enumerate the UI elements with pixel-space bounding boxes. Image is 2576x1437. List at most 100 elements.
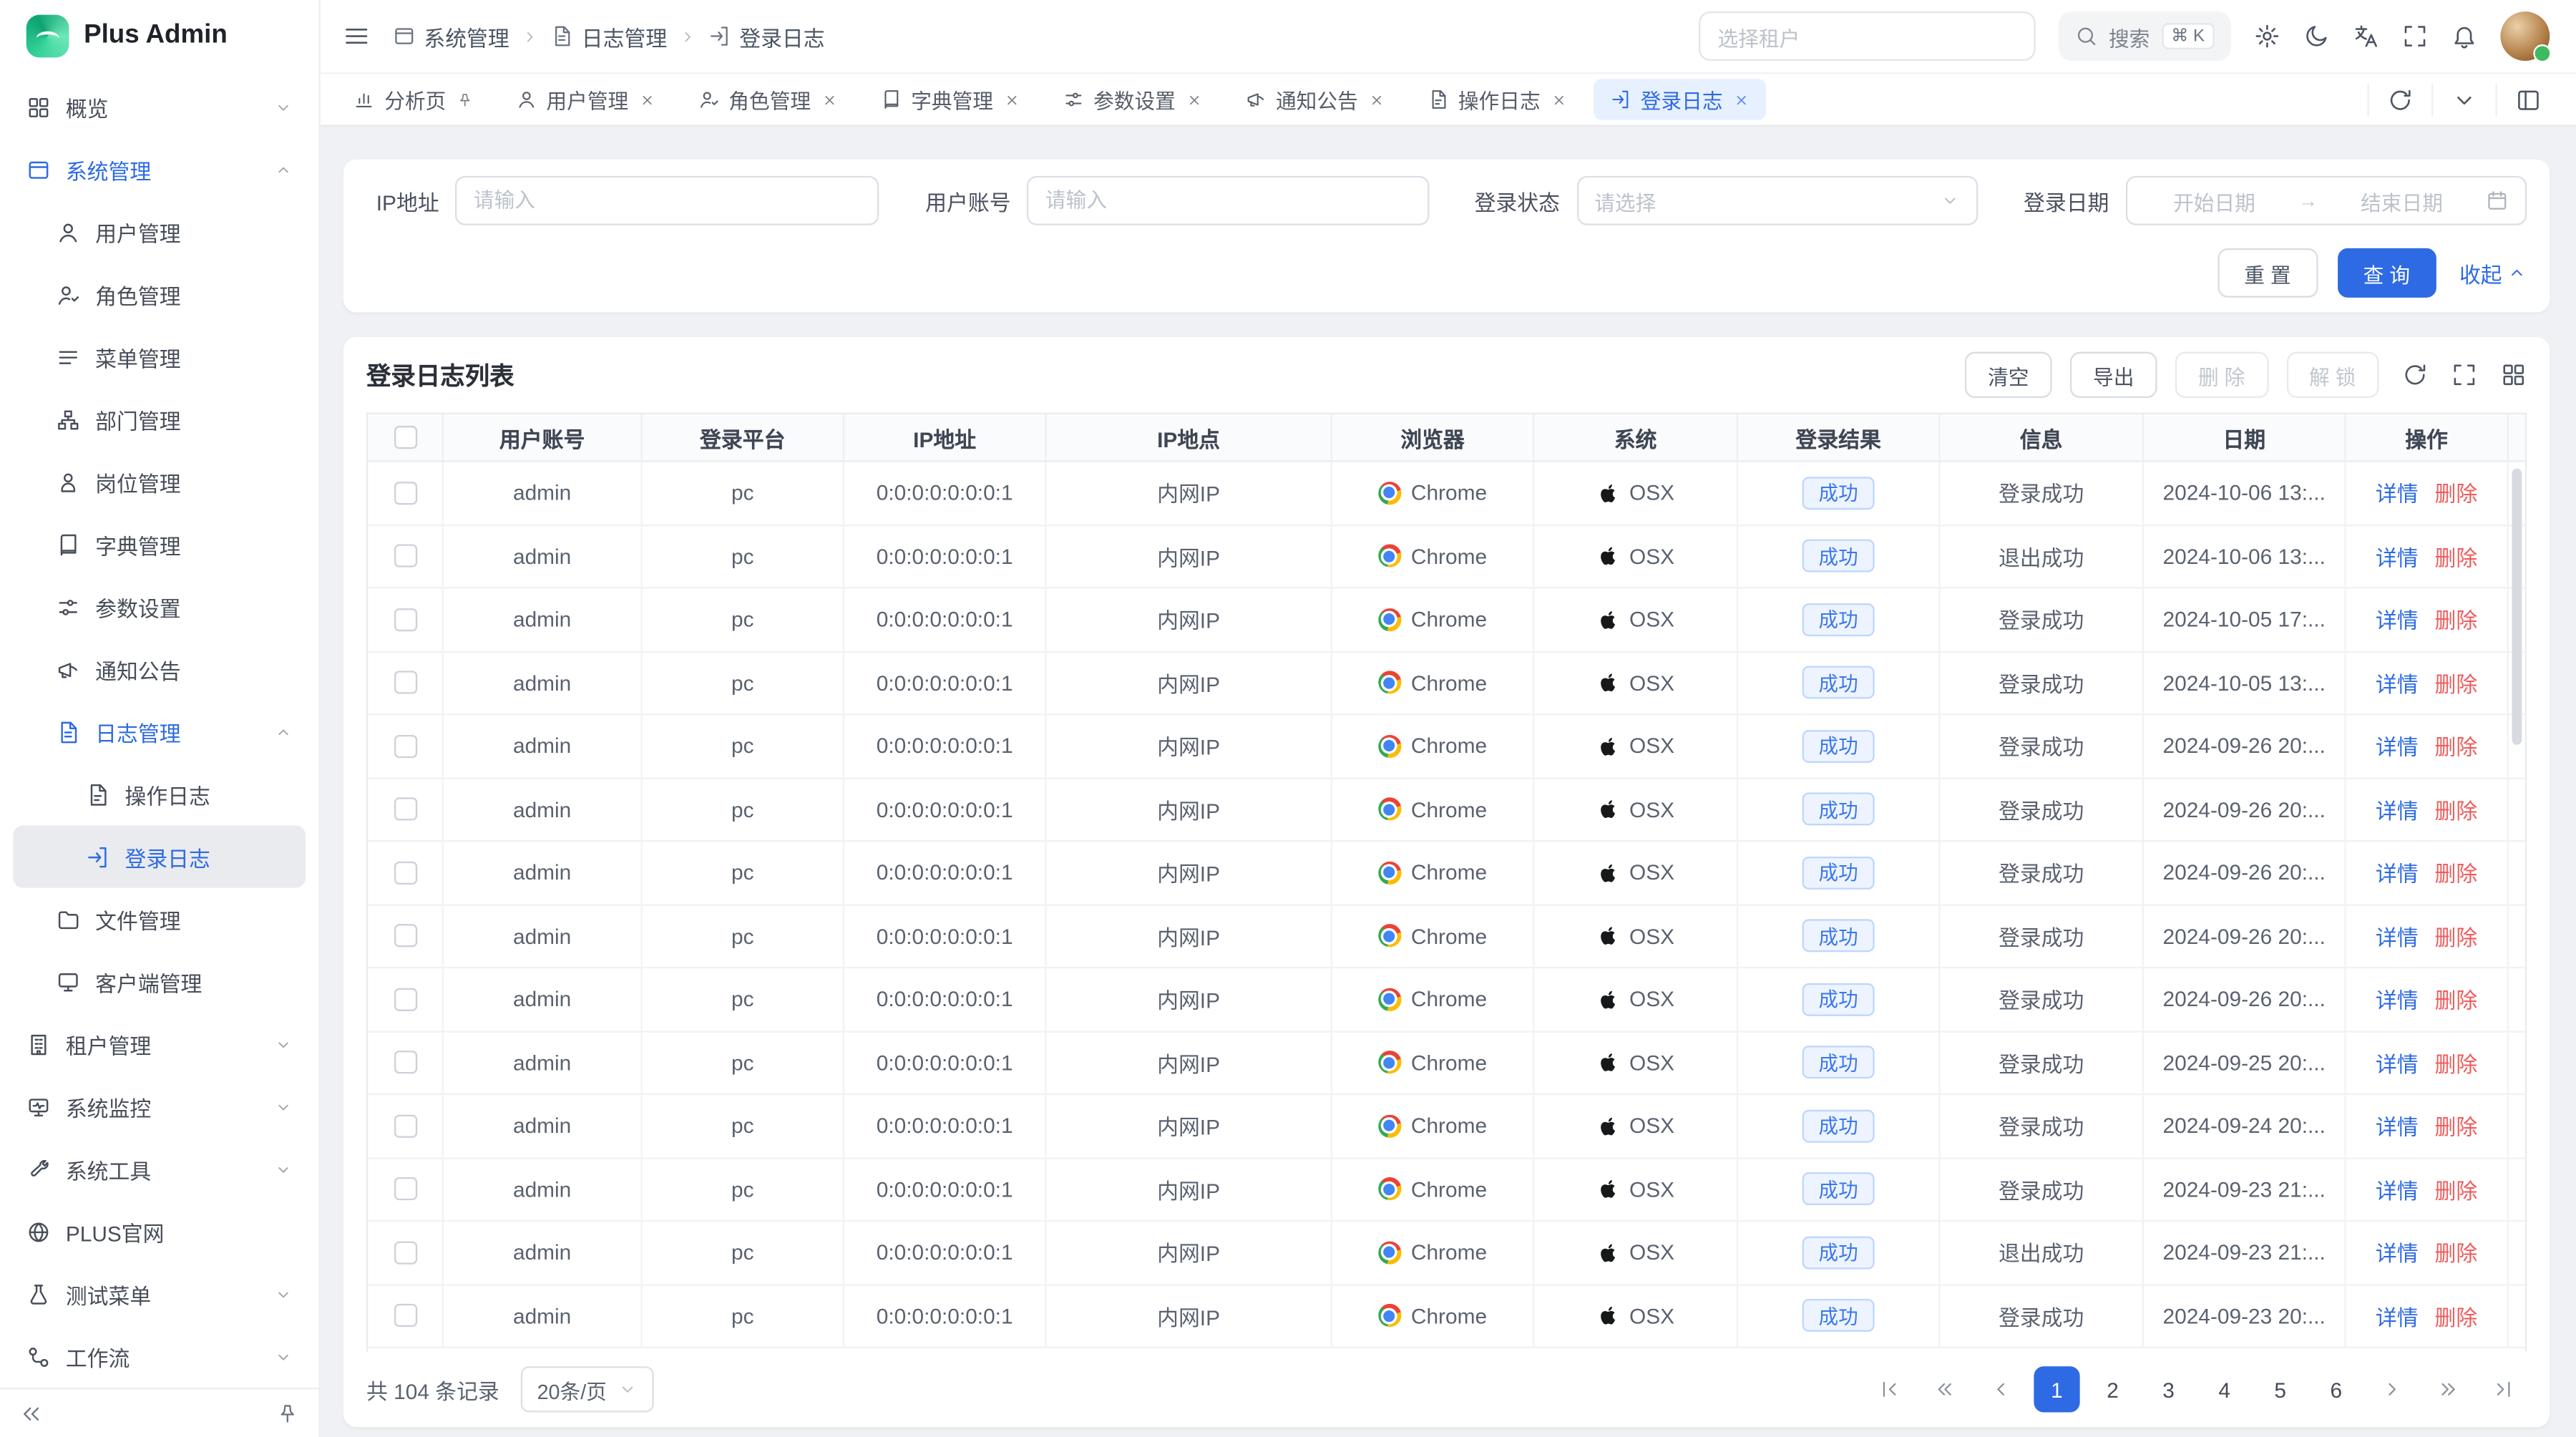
remove-link[interactable]: 删除 [2435, 920, 2478, 952]
app-logo[interactable]: Plus Admin [0, 0, 318, 72]
pg-first-button[interactable] [1866, 1366, 1912, 1412]
detail-link[interactable]: 详情 [2376, 1300, 2419, 1332]
page-5-button[interactable]: 5 [2258, 1366, 2303, 1412]
close-icon[interactable] [1003, 92, 1020, 108]
row-checkbox[interactable] [394, 988, 416, 1010]
page-3-button[interactable]: 3 [2145, 1366, 2191, 1412]
breadcrumb-log-management[interactable]: 日志管理 [550, 21, 667, 52]
tab-notice[interactable]: 通知公告 [1228, 79, 1400, 120]
close-icon[interactable] [821, 92, 837, 108]
page-size-select[interactable]: 20条/页 [521, 1366, 655, 1412]
remove-link[interactable]: 删除 [2435, 1300, 2478, 1332]
detail-link[interactable]: 详情 [2376, 540, 2419, 572]
remove-link[interactable]: 删除 [2435, 1110, 2478, 1141]
row-checkbox[interactable] [394, 482, 416, 505]
tenant-select[interactable]: 选择租户 [1698, 11, 2035, 61]
row-checkbox[interactable] [394, 1051, 416, 1074]
table-scrollbar[interactable] [2512, 469, 2522, 745]
clear-button[interactable]: 清空 [1965, 352, 2052, 398]
settings-icon[interactable] [2254, 23, 2280, 49]
sidebar-item-post-management[interactable]: 岗位管理 [13, 451, 306, 513]
sidebar-item-dict-management[interactable]: 字典管理 [13, 513, 306, 575]
detail-link[interactable]: 详情 [2376, 920, 2419, 952]
ip-input[interactable] [456, 176, 879, 225]
detail-link[interactable]: 详情 [2376, 1174, 2419, 1205]
unlock-button[interactable]: 解 锁 [2286, 352, 2379, 398]
sidebar-item-client-management[interactable]: 客户端管理 [13, 950, 306, 1013]
fullscreen-icon[interactable] [2402, 23, 2429, 49]
remove-link[interactable]: 删除 [2435, 794, 2478, 825]
remove-link[interactable]: 删除 [2435, 857, 2478, 889]
close-icon[interactable] [1368, 92, 1385, 108]
sidebar-item-system-management[interactable]: 系统管理 [13, 138, 306, 200]
reset-button[interactable]: 重 置 [2218, 248, 2318, 298]
breadcrumb-login-log[interactable]: 登录日志 [708, 21, 825, 52]
row-checkbox[interactable] [394, 798, 416, 821]
remove-link[interactable]: 删除 [2435, 604, 2478, 635]
page-4-button[interactable]: 4 [2202, 1366, 2248, 1412]
translate-icon[interactable] [2353, 23, 2379, 49]
tab-user-management[interactable]: 用户管理 [499, 79, 671, 120]
close-icon[interactable] [1186, 92, 1202, 108]
avatar[interactable] [2500, 11, 2550, 61]
dark-mode-icon[interactable] [2303, 23, 2330, 49]
notifications-icon[interactable] [2451, 23, 2478, 49]
detail-link[interactable]: 详情 [2376, 794, 2419, 825]
row-checkbox[interactable] [394, 1304, 416, 1327]
sidebar-item-system-monitor[interactable]: 系统监控 [13, 1076, 306, 1138]
sidebar-item-menu-management[interactable]: 菜单管理 [13, 326, 306, 388]
sidebar-item-role-management[interactable]: 角色管理 [13, 263, 306, 326]
pin-icon[interactable] [456, 92, 472, 108]
row-checkbox[interactable] [394, 1178, 416, 1201]
remove-link[interactable]: 删除 [2435, 1174, 2478, 1205]
tab-options-icon[interactable] [2431, 83, 2496, 116]
page-1-button[interactable]: 1 [2034, 1366, 2079, 1412]
row-checkbox[interactable] [394, 734, 416, 757]
pg-prev-button[interactable] [1978, 1366, 2024, 1412]
sidebar-item-operation-log[interactable]: 操作日志 [13, 763, 306, 825]
tab-operation-log[interactable]: 操作日志 [1410, 79, 1583, 120]
remove-link[interactable]: 删除 [2435, 983, 2478, 1015]
pg-last-button[interactable] [2481, 1366, 2527, 1412]
sidebar-item-test-menu[interactable]: 测试菜单 [13, 1262, 306, 1325]
page-2-button[interactable]: 2 [2089, 1366, 2135, 1412]
sidebar-item-plus-website[interactable]: PLUS官网 [13, 1200, 306, 1262]
remove-link[interactable]: 删除 [2435, 1237, 2478, 1268]
row-checkbox[interactable] [394, 861, 416, 884]
query-button[interactable]: 查 询 [2337, 248, 2436, 298]
remove-link[interactable]: 删除 [2435, 477, 2478, 509]
remove-link[interactable]: 删除 [2435, 1047, 2478, 1078]
detail-link[interactable]: 详情 [2376, 1237, 2419, 1268]
row-checkbox[interactable] [394, 545, 416, 568]
global-search[interactable]: 搜索 ⌘ K [2058, 11, 2231, 61]
remove-link[interactable]: 删除 [2435, 667, 2478, 698]
sidebar-item-log-management[interactable]: 日志管理 [13, 701, 306, 763]
tab-param-settings[interactable]: 参数设置 [1045, 79, 1218, 120]
sidebar-item-dept-management[interactable]: 部门管理 [13, 388, 306, 450]
remove-link[interactable]: 删除 [2435, 731, 2478, 762]
account-input[interactable] [1028, 176, 1429, 225]
sidebar-item-notice[interactable]: 通知公告 [13, 638, 306, 700]
login-date-range[interactable]: 开始日期 → 结束日期 [2125, 176, 2527, 225]
remove-link[interactable]: 删除 [2435, 540, 2478, 572]
sidebar-item-file-management[interactable]: 文件管理 [13, 888, 306, 950]
row-checkbox[interactable] [394, 925, 416, 948]
refresh-list-icon[interactable] [2402, 361, 2429, 388]
sidebar-item-tenant-management[interactable]: 租户管理 [13, 1013, 306, 1075]
detail-link[interactable]: 详情 [2376, 667, 2419, 698]
sidebar-item-user-management[interactable]: 用户管理 [13, 200, 306, 263]
detail-link[interactable]: 详情 [2376, 983, 2419, 1015]
pg-next-button[interactable] [2369, 1366, 2415, 1412]
pin-sidebar-icon[interactable] [276, 1402, 299, 1425]
select-all-checkbox[interactable] [394, 426, 416, 449]
collapse-filter-link[interactable]: 收起 [2459, 258, 2527, 289]
breadcrumb-system-management[interactable]: 系统管理 [393, 21, 509, 52]
export-button[interactable]: 导出 [2070, 352, 2157, 398]
detail-link[interactable]: 详情 [2376, 477, 2419, 509]
tab-login-log[interactable]: 登录日志 [1593, 79, 1765, 120]
detail-link[interactable]: 详情 [2376, 731, 2419, 762]
close-icon[interactable] [1550, 92, 1566, 108]
tab-analysis[interactable]: 分析页 [337, 79, 489, 120]
page-6-button[interactable]: 6 [2313, 1366, 2359, 1412]
column-settings-icon[interactable] [2500, 361, 2527, 388]
